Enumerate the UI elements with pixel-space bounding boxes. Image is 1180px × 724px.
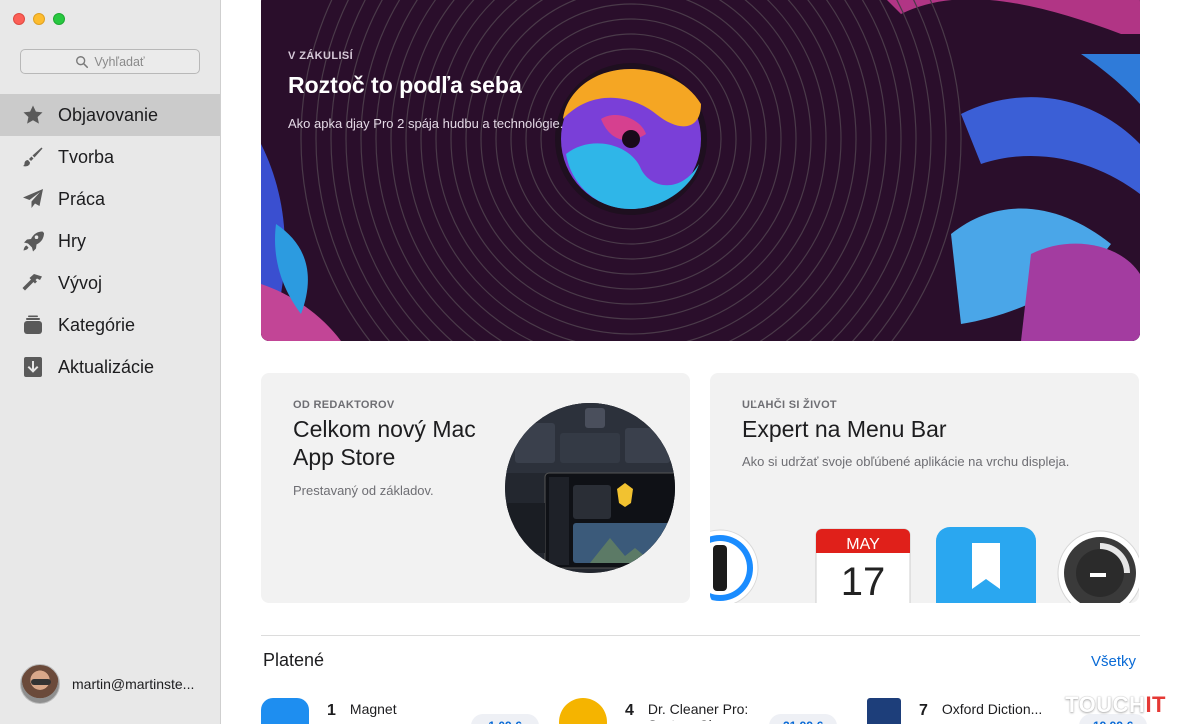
card-title: Celkom nový Mac App Store (293, 416, 476, 470)
search-placeholder: Vyhľadať (94, 54, 145, 69)
calendar-icon: MAY 17 (815, 528, 911, 603)
categories-icon (20, 312, 46, 338)
card-subtitle: Prestavaný od základov. (293, 483, 434, 498)
user-account[interactable]: martin@martinste... (20, 664, 194, 704)
1password-icon (710, 529, 759, 603)
list-item[interactable]: 7 Oxford Diction... 19,99 € (867, 698, 1147, 724)
sidebar-item-tvorba[interactable]: Tvorba (0, 136, 220, 178)
window-controls (13, 13, 65, 25)
sidebar-item-label: Kategórie (58, 314, 136, 335)
watermark-text: TOUCH (1065, 692, 1146, 717)
editors-story-card[interactable]: OD REDAKTOROV Celkom nový Mac App Store … (261, 373, 690, 603)
paper-plane-icon (20, 186, 46, 212)
see-all-link[interactable]: Všetky (1091, 653, 1136, 670)
app-store-window: Vyhľadať Objavovanie Tvorba Práca Hry Vý… (0, 0, 1180, 724)
rank-number: 1 (327, 702, 336, 719)
list-item[interactable]: 1 Magnet 1,09 € (261, 698, 539, 724)
card-eyebrow: UĽAHČI SI ŽIVOT (742, 399, 837, 411)
sidebar-item-praca[interactable]: Práca (0, 178, 220, 220)
search-input[interactable]: Vyhľadať (20, 49, 200, 74)
sidebar-item-label: Objavovanie (58, 104, 159, 125)
watermark-accent-text: IT (1145, 692, 1166, 717)
sidebar-item-label: Tvorba (58, 146, 115, 167)
sidebar-item-aktualizacie[interactable]: Aktualizácie (0, 346, 220, 388)
user-email: martin@martinste... (72, 676, 195, 692)
sidebar-item-label: Aktualizácie (58, 356, 155, 377)
calendar-day-text: 17 (841, 560, 886, 603)
app-store-screenshot-image (505, 403, 675, 573)
sidebar-item-vyvoj[interactable]: Vývoj (0, 262, 220, 304)
brush-icon (20, 144, 46, 170)
paid-apps-list: 1 Magnet 1,09 € 4 Dr. Cleaner Pro: Syste… (261, 698, 1147, 724)
section-divider (261, 635, 1140, 636)
card-title: Expert na Menu Bar (742, 416, 947, 442)
app-name: Magnet (349, 701, 397, 717)
touchit-watermark: TOUCHIT (1065, 692, 1166, 718)
hammer-icon (20, 270, 46, 296)
sidebar-item-label: Práca (58, 188, 106, 209)
hero-story-card[interactable]: V ZÁKULISÍ Roztoč to podľa seba Ako apka… (261, 0, 1140, 341)
sidebar-item-kategorie[interactable]: Kategórie (0, 304, 220, 346)
app-name: Dr. Cleaner Pro: System Clean (647, 701, 749, 721)
sidebar-item-objavovanie[interactable]: Objavovanie (0, 94, 220, 136)
oxford-dictionary-app-icon (867, 698, 901, 724)
vinyl-record-artwork (261, 0, 1140, 341)
calendar-month-text: MAY (846, 536, 880, 553)
sidebar-item-label: Hry (58, 230, 86, 251)
paid-section-title: Platené (263, 650, 325, 670)
avatar (20, 664, 60, 704)
rocket-icon (20, 228, 46, 254)
minimize-window-button[interactable] (33, 13, 45, 25)
sidebar: Vyhľadať Objavovanie Tvorba Práca Hry Vý… (0, 0, 221, 724)
hero-title: Roztoč to podľa seba (288, 72, 522, 98)
app-name: Oxford Diction... (941, 701, 1043, 717)
star-icon (20, 102, 46, 128)
rank-number: 7 (919, 702, 928, 719)
card-subtitle: Ako si udržať svoje obľúbené aplikácie n… (742, 454, 1070, 469)
sidebar-item-hry[interactable]: Hry (0, 220, 220, 262)
price-button[interactable]: 1,09 € (471, 714, 539, 724)
list-item[interactable]: 4 Dr. Cleaner Pro: System Clean 21,99 € (559, 698, 837, 724)
bookmark-app-icon (936, 527, 1036, 603)
close-window-button[interactable] (13, 13, 25, 25)
zoom-window-button[interactable] (53, 13, 65, 25)
main-content: V ZÁKULISÍ Roztoč to podľa seba Ako apka… (221, 0, 1180, 724)
sidebar-nav: Objavovanie Tvorba Práca Hry Vývoj Kateg… (0, 94, 220, 388)
sidebar-item-label: Vývoj (58, 272, 103, 293)
card-eyebrow: OD REDAKTOROV (293, 399, 395, 411)
hero-eyebrow: V ZÁKULISÍ (288, 50, 354, 62)
search-icon (76, 55, 89, 68)
dr-cleaner-app-icon (559, 698, 607, 724)
rank-number: 4 (625, 702, 634, 719)
download-icon (20, 354, 46, 380)
timing-app-icon (1057, 530, 1139, 603)
menubar-story-card[interactable]: UĽAHČI SI ŽIVOT Expert na Menu Bar Ako s… (710, 373, 1139, 603)
magnet-app-icon (261, 698, 309, 724)
price-button[interactable]: 21,99 € (769, 714, 837, 724)
app-icons-strip: MAY 17 (710, 527, 1139, 603)
hero-subtitle: Ako apka djay Pro 2 spája hudbu a techno… (288, 116, 564, 131)
